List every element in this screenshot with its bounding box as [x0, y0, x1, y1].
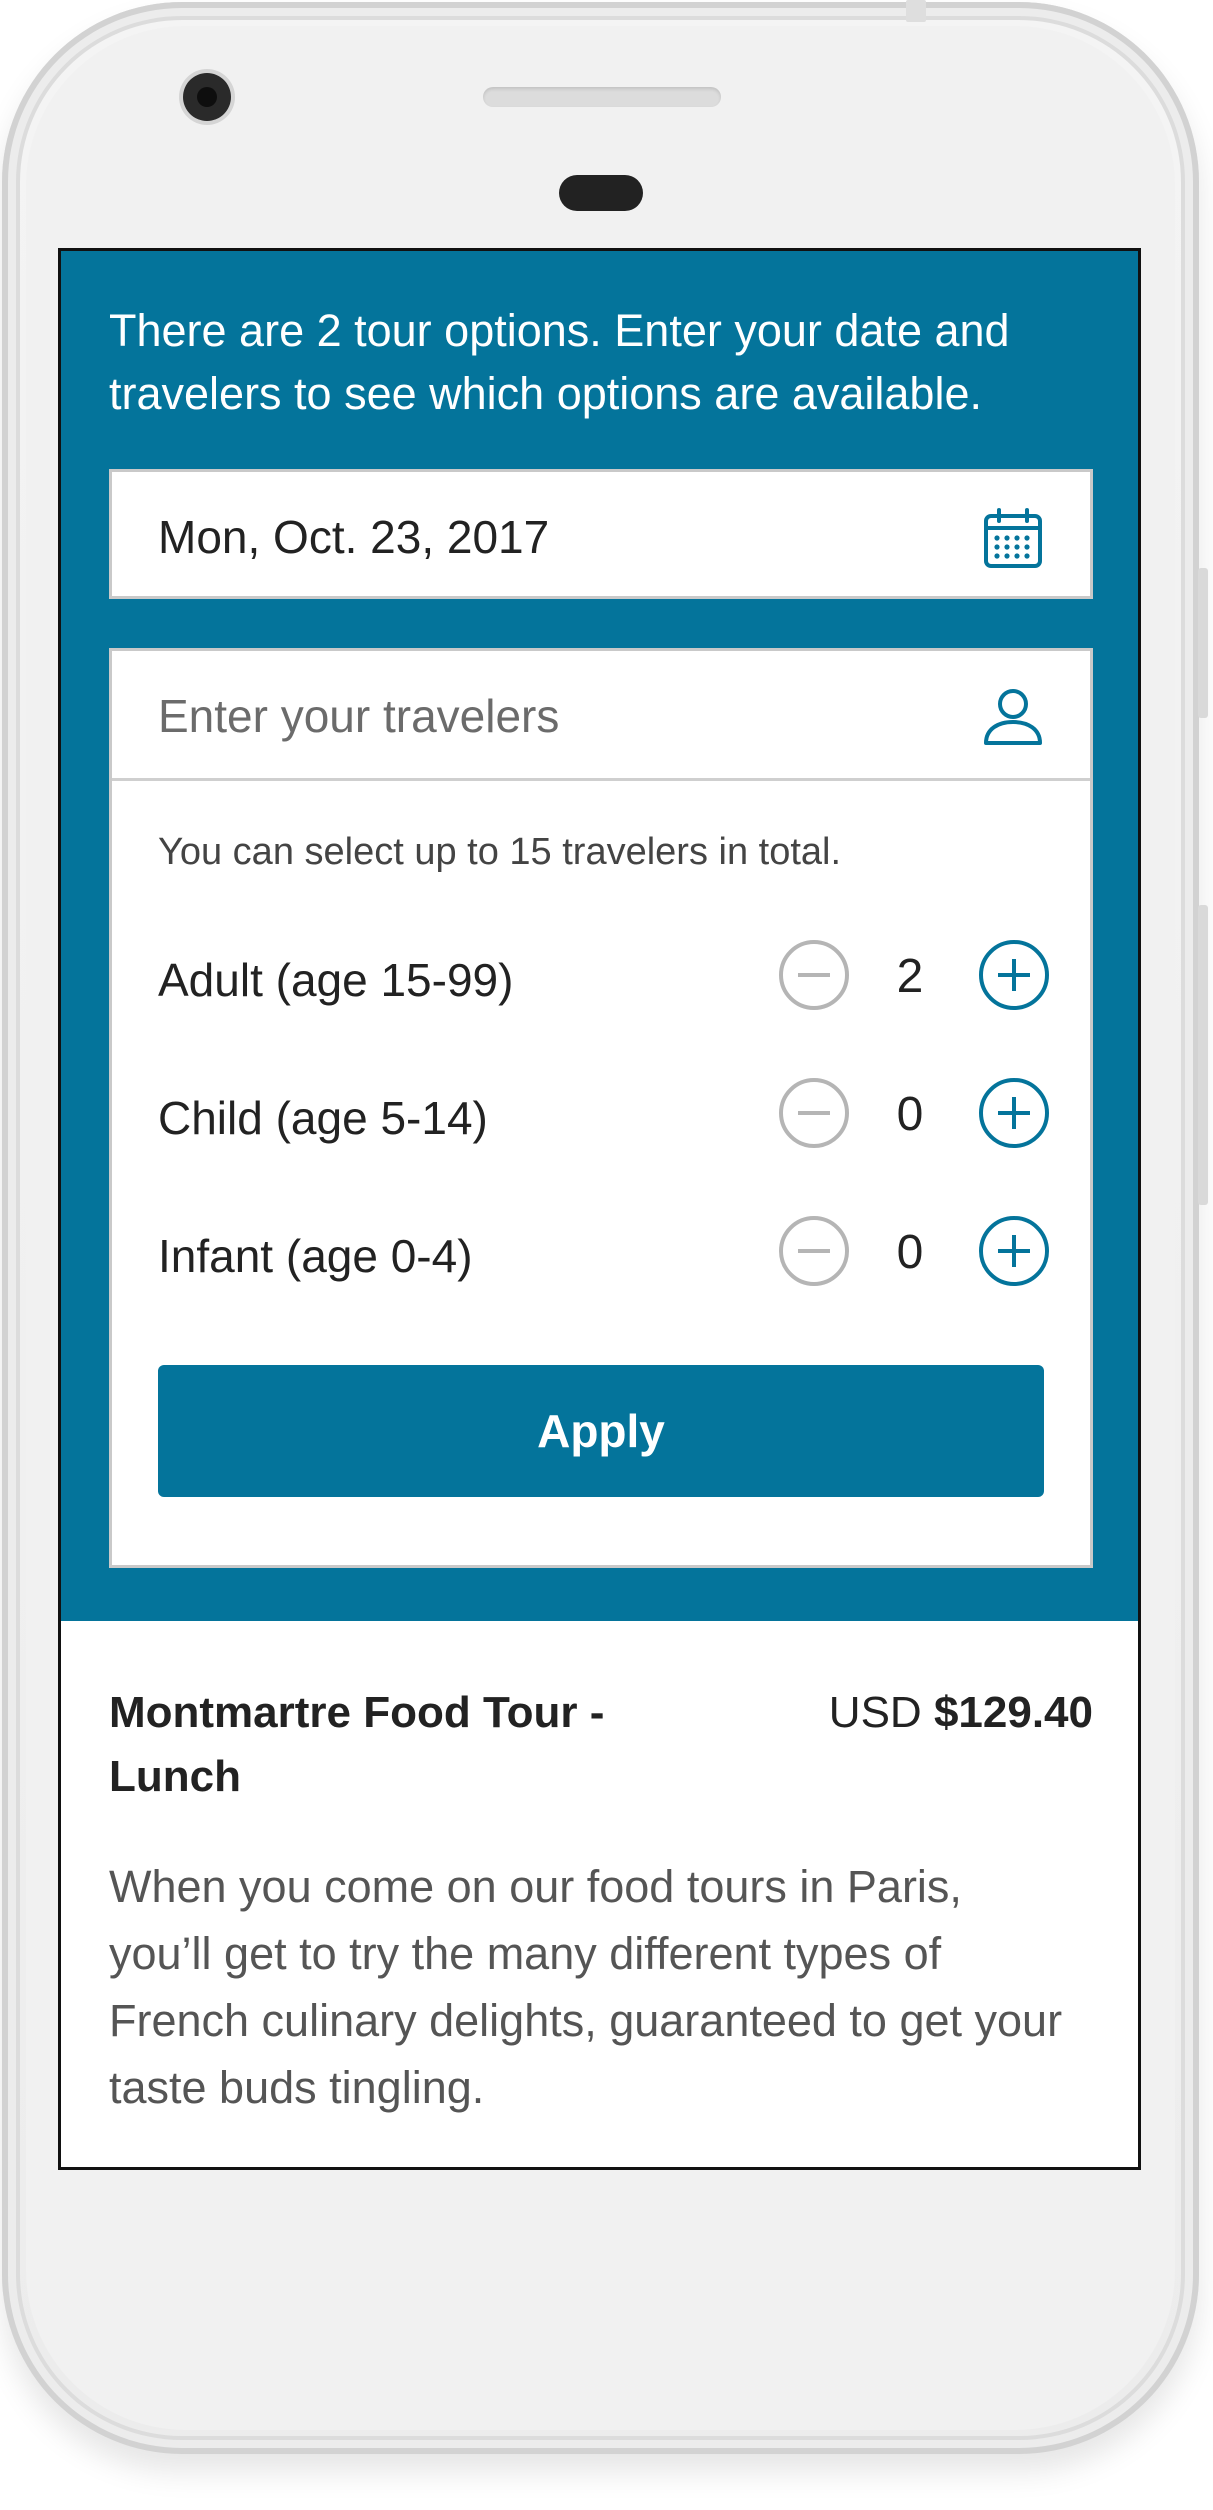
- proximity-sensor: [559, 175, 643, 211]
- plus-icon: [979, 940, 1049, 1010]
- child-increase-button[interactable]: [978, 1077, 1050, 1149]
- child-count: 0: [896, 1088, 924, 1141]
- infant-decrease-button[interactable]: [778, 1215, 850, 1287]
- travelers-placeholder: Enter your travelers: [158, 690, 560, 742]
- tour-description: When you come on our food tours in Paris…: [109, 1861, 1063, 2113]
- adult-decrease-button[interactable]: [778, 939, 850, 1011]
- phone-top-button: [906, 0, 926, 22]
- adult-count: 2: [896, 950, 924, 1003]
- tour-price: USD $129.40: [829, 1681, 1093, 1745]
- earpiece-speaker: [483, 87, 721, 107]
- minus-icon: [779, 1216, 849, 1286]
- tour-options-intro: There are 2 tour options. Enter your dat…: [109, 305, 1010, 419]
- travelers-input[interactable]: Enter your travelers: [112, 651, 1090, 781]
- travelers-card: Enter your travelers You can select up t…: [109, 648, 1093, 1568]
- child-decrease-button[interactable]: [778, 1077, 850, 1149]
- apply-button[interactable]: Apply: [158, 1365, 1044, 1497]
- traveler-row-label: Child (age 5-14): [158, 1092, 488, 1144]
- traveler-row-infant: Infant (age 0-4) 0: [158, 1215, 1050, 1295]
- travelers-limit-hint: You can select up to 15 travelers in tot…: [158, 831, 842, 873]
- phone-power-button: [1198, 905, 1208, 1205]
- adult-increase-button[interactable]: [978, 939, 1050, 1011]
- calendar-icon[interactable]: [980, 506, 1046, 572]
- tour-title[interactable]: Montmartre Food Tour - Lunch: [109, 1681, 709, 1809]
- traveler-row-adult: Adult (age 15-99) 2: [158, 939, 1050, 1019]
- minus-icon: [779, 1078, 849, 1148]
- plus-icon: [979, 1078, 1049, 1148]
- infant-count: 0: [896, 1226, 924, 1279]
- traveler-row-label: Infant (age 0-4): [158, 1230, 473, 1282]
- price-amount: $129.40: [933, 1688, 1093, 1737]
- traveler-row-child: Child (age 5-14) 0: [158, 1077, 1050, 1157]
- date-field[interactable]: Mon, Oct. 23, 2017: [109, 469, 1093, 599]
- booking-panel: There are 2 tour options. Enter your dat…: [61, 251, 1138, 1621]
- app-screen: There are 2 tour options. Enter your dat…: [58, 248, 1141, 2170]
- price-currency: USD: [828, 1688, 922, 1737]
- traveler-row-label: Adult (age 15-99): [158, 954, 514, 1006]
- infant-increase-button[interactable]: [978, 1215, 1050, 1287]
- plus-icon: [979, 1216, 1049, 1286]
- minus-icon: [779, 940, 849, 1010]
- phone-volume-button: [1198, 568, 1208, 718]
- front-camera: [183, 73, 231, 121]
- date-value: Mon, Oct. 23, 2017: [158, 511, 550, 563]
- person-icon: [984, 689, 1042, 745]
